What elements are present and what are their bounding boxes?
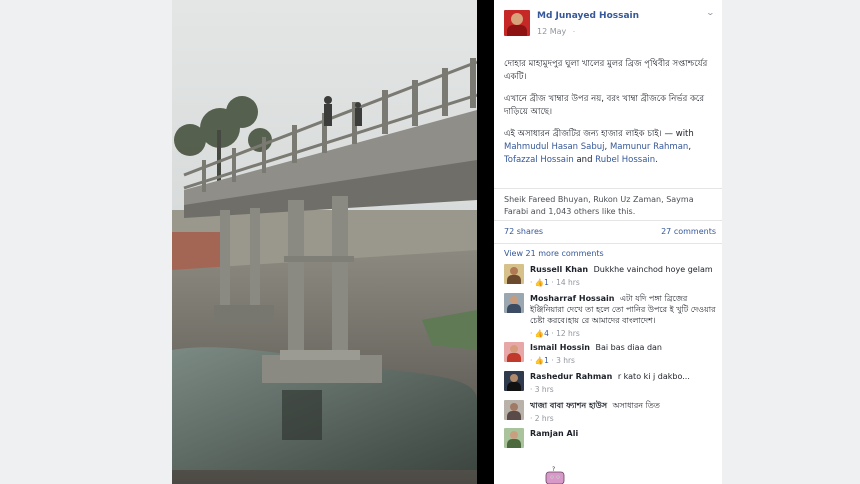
view-more-comments-link[interactable]: View 21 more comments xyxy=(504,249,604,258)
post-header: Md Junayed Hossain 12 May · xyxy=(504,10,714,40)
comment-body: Ismail Hossin Bai bas diaa dan · 👍1 · 3 … xyxy=(530,342,718,366)
commenter-name[interactable]: Ramjan Ali xyxy=(530,429,578,438)
post-message: দোহার মাহামুদপুর ঘুলা খালের মুলর ব্রিজ প… xyxy=(504,58,710,176)
divider xyxy=(494,243,722,244)
tagged-user-2[interactable]: Mamunur Rahman xyxy=(610,142,688,152)
comment-time[interactable]: 3 hrs xyxy=(535,385,554,394)
comment-time[interactable]: 2 hrs xyxy=(535,414,554,423)
comment-like-count[interactable]: 1 xyxy=(544,356,549,365)
commenter-name[interactable]: Mosharraf Hossain xyxy=(530,294,614,303)
commenter-avatar[interactable] xyxy=(504,371,524,391)
post-timestamp[interactable]: 12 May · xyxy=(537,27,575,36)
comment-like-count[interactable]: 1 xyxy=(544,278,549,287)
post-paragraph-2: এখানে ব্রীজ খাম্বার উপর নয়, বরং খাম্বা … xyxy=(504,94,705,117)
author-name[interactable]: Md Junayed Hossain xyxy=(537,11,639,21)
chevron-down-icon[interactable]: ⌄ xyxy=(706,8,715,17)
comment-text: Bai bas diaa dan xyxy=(595,343,662,352)
sticker-image: ? xyxy=(545,466,565,484)
post-paragraph-3: এই অসাধারন ব্রীজটির জন্য হাজার লাইক চাই।… xyxy=(504,129,694,165)
thumbs-up-icon[interactable]: 👍 xyxy=(535,278,544,287)
comment-meta: · 👍4 · 12 hrs xyxy=(530,329,580,338)
commenter-name[interactable]: Russell Khan xyxy=(530,265,588,274)
comment-meta: · 3 hrs xyxy=(530,385,554,394)
bridge-photo-illustration xyxy=(172,0,477,484)
comment-meta: · 2 hrs xyxy=(530,414,554,423)
tagged-user-1[interactable]: Mahmudul Hasan Sabuj xyxy=(504,142,605,152)
tagged-user-4[interactable]: Rubel Hossain xyxy=(595,155,655,165)
commenter-avatar[interactable] xyxy=(504,428,524,448)
comments-count-link[interactable]: 27 comments xyxy=(661,227,716,236)
likes-summary[interactable]: Sheik Fareed Bhuyan, Rukon Uz Zaman, Say… xyxy=(504,194,716,218)
comment-time[interactable]: 12 hrs xyxy=(556,329,580,338)
comment-body: Rashedur Rahman r kato ki j dakbo... · 3… xyxy=(530,371,718,395)
comment-time[interactable]: 14 hrs xyxy=(556,278,580,287)
commenter-avatar[interactable] xyxy=(504,264,524,284)
post-panel: Md Junayed Hossain 12 May · ⌄ দোহার মাহা… xyxy=(494,0,722,484)
thumbs-up-icon[interactable]: 👍 xyxy=(535,329,544,338)
comment-meta: · 👍1 · 14 hrs xyxy=(530,278,580,287)
comment-body: Russell Khan Dukkhe vainchod hoye gelam … xyxy=(530,264,718,288)
author-avatar[interactable] xyxy=(504,10,530,36)
post-paragraph-1: দোহার মাহামুদপুর ঘুলা খালের মুলর ব্রিজ প… xyxy=(504,59,708,82)
comment-meta: · 👍1 · 3 hrs xyxy=(530,356,575,365)
commenter-name[interactable]: Ismail Hossin xyxy=(530,343,590,352)
tagged-user-3[interactable]: Tofazzal Hossain xyxy=(504,155,574,165)
commenter-avatar[interactable] xyxy=(504,342,524,362)
and-label: and xyxy=(576,155,593,165)
post-paragraph-3-text: এই অসাধারন ব্রীজটির জন্য হাজার লাইক চাই। xyxy=(504,129,662,139)
divider xyxy=(494,188,722,189)
divider xyxy=(494,220,722,221)
shares-link[interactable]: 72 shares xyxy=(504,227,543,236)
commenter-avatar[interactable] xyxy=(504,400,524,420)
comment-text: অসাধারন তিত xyxy=(612,401,660,410)
privacy-icon: · xyxy=(572,28,576,36)
thumbs-up-icon[interactable]: 👍 xyxy=(535,356,544,365)
comment-text: Dukkhe vainchod hoye gelam xyxy=(593,265,713,274)
with-label: — with xyxy=(664,129,694,139)
post-photo[interactable] xyxy=(172,0,477,484)
comment-like-count[interactable]: 4 xyxy=(544,329,549,338)
comment-body: খাজা বাবা ফ্যাশন হাউস অসাধারন তিত · 2 hr… xyxy=(530,400,718,424)
comment-time[interactable]: 3 hrs xyxy=(556,356,575,365)
comment-body: Mosharraf Hossain এটা যদি পঙ্গা ব্রিজের … xyxy=(530,293,718,339)
comment-body: Ramjan Ali xyxy=(530,428,718,439)
commenter-name[interactable]: খাজা বাবা ফ্যাশন হাউস xyxy=(530,401,607,410)
commenter-name[interactable]: Rashedur Rahman xyxy=(530,372,612,381)
post-date[interactable]: 12 May xyxy=(537,27,566,36)
comment-text: r kato ki j dakbo... xyxy=(617,372,690,381)
commenter-avatar[interactable] xyxy=(504,293,524,313)
